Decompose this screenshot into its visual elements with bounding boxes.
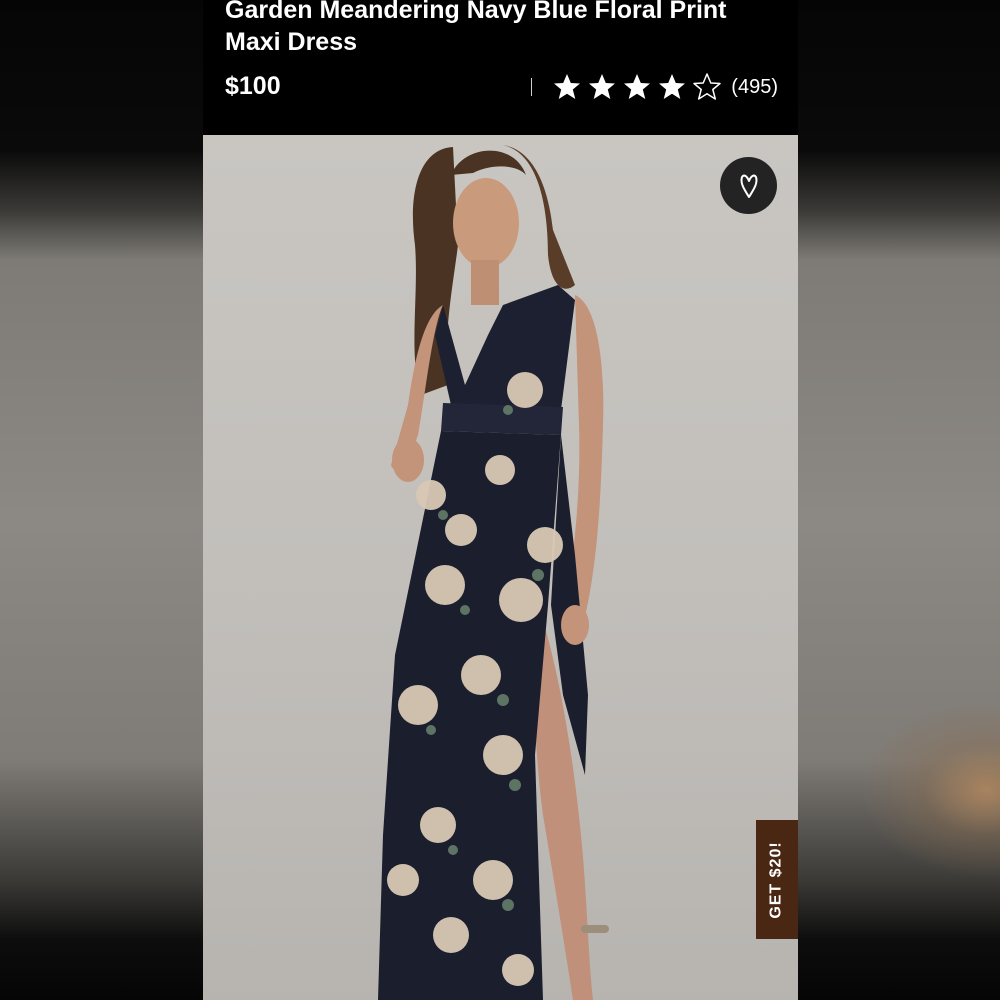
rating-stars (552, 72, 727, 102)
product-panel: Garden Meandering Navy Blue Floral Print… (203, 0, 798, 1000)
favorite-button[interactable] (720, 157, 777, 214)
product-price: $100 (225, 72, 281, 100)
product-header: Garden Meandering Navy Blue Floral Print… (203, 0, 798, 135)
rating-divider (531, 78, 533, 96)
star-filled-icon (554, 74, 581, 99)
product-title: Garden Meandering Navy Blue Floral Print… (225, 0, 727, 56)
backdrop-glow (860, 700, 1000, 880)
product-photo[interactable] (203, 135, 798, 1000)
promo-tab[interactable]: GET $20! (756, 820, 798, 939)
star-outline-icon (693, 73, 722, 100)
star-filled-icon (589, 74, 616, 99)
heart-icon (740, 174, 757, 198)
review-count[interactable]: (495) (731, 76, 778, 99)
promo-label: GET $20! (768, 840, 786, 919)
star-filled-icon (624, 74, 651, 99)
model-dress-illustration (378, 145, 609, 1000)
product-rating[interactable]: (495) (531, 72, 778, 102)
star-filled-icon (659, 74, 686, 99)
